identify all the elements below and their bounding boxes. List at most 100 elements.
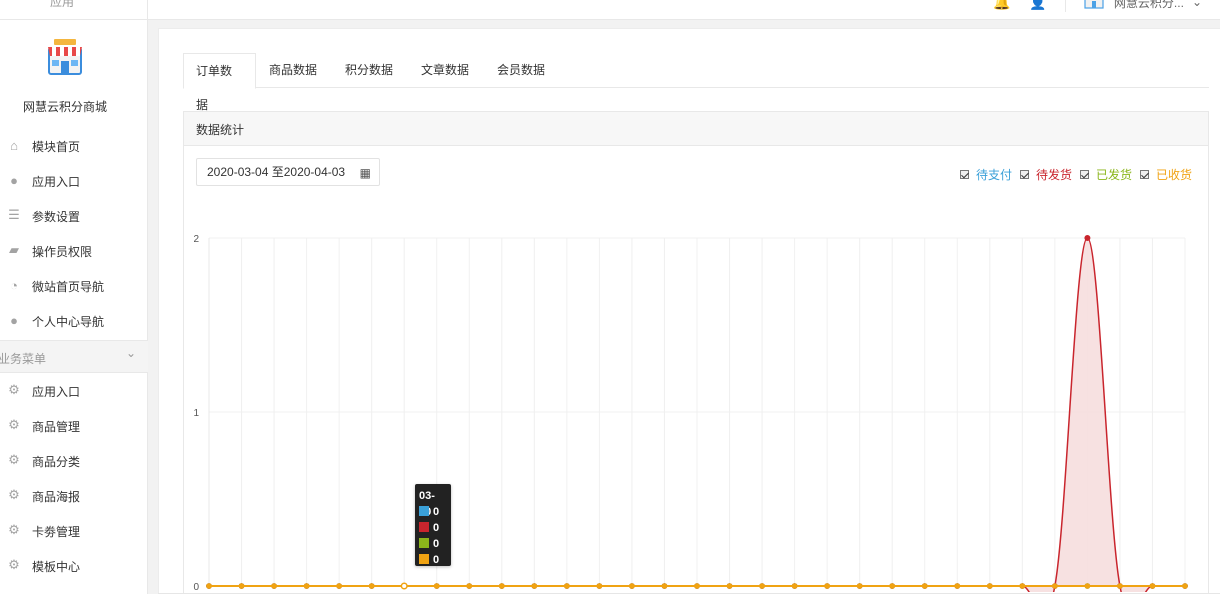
sidebar-item-label: 模板中心 [32,560,81,574]
series-point-3-3 [303,583,310,589]
tooltip-value-pending-shipment: 0 [433,522,440,534]
series-point-3-0 [206,583,212,589]
tooltip-row-pending-payment: 0 [419,504,447,520]
sidebar-item-params[interactable]: ☰ 参数设置 [0,198,148,233]
user-icon: ● [10,312,18,328]
order-line-chart: 01203-0403-0503-0603-0703-0803-0903-1003… [193,234,1188,594]
tab-article-data[interactable]: 文章数据 [409,53,484,88]
panel-title: 数据统计 [196,123,245,137]
tab-order-data[interactable]: 订单数据 [183,53,256,112]
tab-points-data[interactable]: 积分数据 [333,53,408,88]
tooltip-swatch-pending-payment [419,506,429,516]
tab-member-data[interactable]: 会员数据 [485,53,560,88]
series-point-3-5 [368,583,375,589]
series-point-3-24 [987,583,993,589]
sidebar-item-operator-permission[interactable]: ▰ 操作员权限 [0,233,148,268]
tab-product-data[interactable]: 商品数据 [257,53,332,88]
sidebar-item-home-nav[interactable]: ◔ 微站首页导航 [0,268,148,303]
sidebar: 网慧云积分商城 ⌂ 模块首页 ● 应用入口 ☰ 参数设置 ▰ 操作员权限 ◔ 微… [0,20,148,594]
series-point-3-15 [694,583,700,589]
gear-icon: ⚙ [8,557,20,572]
date-range-value: 2020-03-04 至2020-04-03 [207,165,346,179]
chevron-down-icon[interactable]: ⌄ [1192,0,1202,9]
y-tick-label-0: 0 [193,582,199,592]
topbar-title-cutoff: 应用 [50,0,75,9]
bell-icon[interactable]: 🔔 [993,0,1011,11]
legend-checkbox[interactable] [1139,169,1149,179]
date-range-picker[interactable]: 2020-03-04 至2020-04-03 ▦ [196,158,380,186]
series-point-3-25 [1019,583,1026,589]
sidebar-item-module-home[interactable]: ⌂ 模块首页 [0,128,148,163]
legend-item-pending-shipment[interactable]: 待发货 [1019,166,1072,183]
series-point-3-1 [238,583,245,589]
sidebar-item-label: 微站首页导航 [32,280,105,294]
brand-name: 网慧云积分商城 [22,100,107,114]
y-tick-label-1: 1 [193,408,199,419]
section-title: 业务菜单 [0,352,47,366]
stats-panel: 数据统计 2020-03-04 至2020-04-03 ▦ 待支付 待发货 已发… [183,111,1209,594]
legend-label-pending-shipment: 待发货 [1035,167,1072,182]
app-root: 应用 🔔 👤 网慧云积分... ⌄ 网慧云积分商城 ⌂ 模块首页 ● 应用入口 … [0,0,1220,594]
sidebar-business-item-app-entry[interactable]: ⚙ 应用入口 [0,373,148,408]
sidebar-item-user-center-nav[interactable]: ● 个人中心导航 [0,303,148,338]
user-icon[interactable]: 👤 [1029,0,1047,11]
panel-header: 数据统计 [184,112,1208,146]
tooltip-value-shipped: 0 [433,538,440,550]
chevron-down-icon[interactable]: ⌄ [126,346,136,360]
data-tabs: 订单数据 商品数据 积分数据 文章数据 会员数据 [183,53,1209,112]
series-point-1-27 [1084,235,1091,241]
series-point-3-23 [954,583,961,589]
legend-item-pending-payment[interactable]: 待支付 [959,166,1012,183]
shop-icon [1082,0,1106,13]
series-point-3-8 [466,583,473,589]
gear-icon: ⚙ [8,382,20,397]
legend-item-received[interactable]: 已收货 [1139,166,1192,183]
sidebar-item-label: 商品分类 [32,455,81,469]
legend-label-pending-payment: 待支付 [975,167,1012,182]
sidebar-item-label: 操作员权限 [32,245,93,259]
chart-tooltip: 03-10 0 0 0 0 [415,484,451,566]
topbar-right-actions: 🔔 👤 网慧云积分... ⌄ [993,0,1202,12]
sidebar-business-item-coupon-management[interactable]: ⚙ 卡劵管理 [0,513,148,548]
sidebar-business-item-template-center[interactable]: ⚙ 模板中心 [0,548,148,583]
tooltip-row-received: 0 [419,552,447,568]
main-content: 订单数据 商品数据 积分数据 文章数据 会员数据 数据统计 2020-03-04… [158,28,1220,594]
gear-icon: ⚙ [8,452,20,467]
list-icon: ☰ [8,207,20,222]
series-point-3-7 [433,583,440,589]
sidebar-item-label: 商品管理 [32,420,81,434]
sidebar-item-label: 应用入口 [32,385,81,399]
series-point-3-17 [759,583,765,589]
series-point-3-10 [531,583,538,589]
series-point-3-26 [1052,583,1058,589]
tooltip-value-pending-payment: 0 [433,506,440,518]
legend-item-shipped[interactable]: 已发货 [1079,166,1132,183]
sidebar-item-app-entry[interactable]: ● 应用入口 [0,163,148,198]
series-point-3-28 [1117,583,1123,589]
sidebar-item-label: 卡劵管理 [32,525,81,539]
legend-label-received: 已收货 [1155,167,1192,182]
y-tick-label-2: 2 [193,234,199,245]
sidebar-business-item-product-category[interactable]: ⚙ 商品分类 [0,443,148,478]
shop-switcher[interactable]: 网慧云积分... ⌄ [1064,0,1202,13]
tooltip-value-received: 0 [433,554,440,566]
sidebar-section-business[interactable]: 业务菜单 ⌄ [0,340,148,373]
legend-checkbox[interactable] [1079,169,1089,179]
legend-checkbox[interactable] [959,169,969,179]
series-point-3-22 [921,583,928,589]
series-point-3-4 [336,583,342,589]
sidebar-business-item-product-poster[interactable]: ⚙ 商品海报 [0,478,148,513]
legend-checkbox[interactable] [1019,169,1029,179]
sidebar-item-label: 参数设置 [32,210,81,224]
series-point-3-16 [726,583,733,589]
shop-name: 网慧云积分... [1113,0,1184,10]
series-point-3-6 [400,582,408,590]
document-edit-icon: ▰ [9,242,19,257]
series-point-3-11 [564,583,570,589]
brand-block: 网慧云积分商城 [0,20,148,128]
series-point-3-13 [629,583,635,589]
comment-icon: ● [10,172,18,188]
chart-legend: 待支付 待发货 已发货 已收货 [959,166,1192,183]
sidebar-business-item-product-management[interactable]: ⚙ 商品管理 [0,408,148,443]
calendar-icon: ▦ [359,166,371,180]
